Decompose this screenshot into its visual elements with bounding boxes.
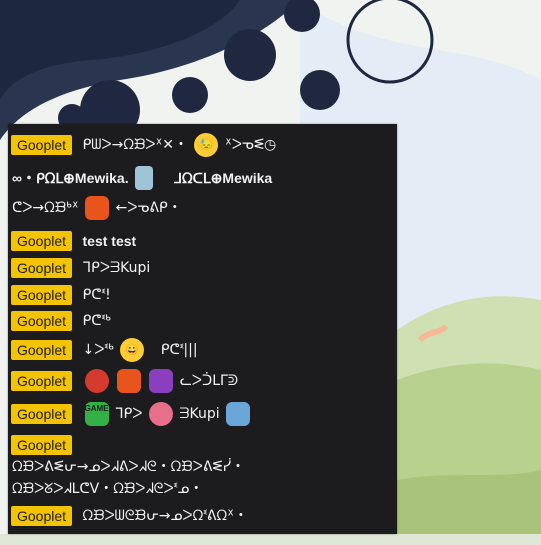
username-badge[interactable]: Gooplet xyxy=(11,311,73,331)
angry-emote xyxy=(84,369,109,393)
cup-emote xyxy=(135,166,154,190)
message-text: ᒧᘯᑕᒪ⊕Mewika xyxy=(173,170,273,186)
chat-message: Gooplet test test xyxy=(8,231,136,251)
username-badge[interactable]: Gooplet xyxy=(11,371,73,391)
chat-message: Gooplet ᒣᑭᐳᗱKupi xyxy=(8,258,150,278)
message-text: ᕦᐳ→ᘯᙖᒃᕽ xyxy=(12,200,79,216)
message-text: ᗱKupi xyxy=(179,406,220,422)
chat-message: Gooplet xyxy=(8,435,78,455)
chat-message: Gooplet ᑭᕦᓫᒃ xyxy=(8,311,111,331)
username-badge[interactable]: Gooplet xyxy=(11,340,73,360)
chat-message: Gooplet ᓚᐳᑑᒪᒥᕲ xyxy=(8,369,238,393)
game-over-emote: GAME OVER xyxy=(84,402,133,426)
username-badge[interactable]: Gooplet xyxy=(11,135,73,155)
username-badge[interactable]: Gooplet xyxy=(11,404,73,424)
username-badge[interactable]: Gooplet xyxy=(11,258,73,278)
message-text: ᑭᕦᓫᒃ xyxy=(82,313,111,329)
chat-message: Gooplet ᘯᙖᐳᗯᘓᙖᕂ→ᓄᐳᘯᓫᕕᘯᕽ・ xyxy=(8,506,248,526)
message-text: ←ᐳᓀᕕᑭ・ xyxy=(115,200,182,216)
message-text: test test xyxy=(82,233,137,249)
shouting-emote xyxy=(116,369,141,393)
message-text: ᘯᙖᐳᗯᘓᙖᕂ→ᓄᐳᘯᓫᕕᘯᕽ・ xyxy=(82,508,248,524)
message-text: ᑭᗯᐳ→ᘯᙖᐳᕽ✕・ xyxy=(82,137,189,153)
crying-emote xyxy=(148,402,173,426)
dancing-emote xyxy=(149,369,174,393)
angry-emote xyxy=(85,196,110,220)
chat-message: ∞・ᑭᘯᒪ⊕Mewika. ᒧᘯᑕᒪ⊕Mewika xyxy=(12,166,272,190)
message-text: ᕽᐳᓀᓬ◷ xyxy=(224,137,277,153)
cat-emote xyxy=(226,402,251,426)
username-badge[interactable]: Gooplet xyxy=(11,506,73,526)
chat-message: Gooplet ᑭᕦᓫ! xyxy=(8,285,111,305)
message-text: ᘯᙖᐳᕕᓬᕂ→ᓄᐳᖽᕕᐳᖽᘓ・ᘯᙖᐳᕕᓬᓰ・ xyxy=(12,459,246,475)
username-badge[interactable]: Gooplet xyxy=(11,435,73,455)
worried-emote: 😓 xyxy=(194,133,219,157)
message-text: ∞・ᑭᘯᒪ⊕Mewika. xyxy=(12,170,129,186)
chat-message: ᕦᐳ→ᘯᙖᒃᕽ ←ᐳᓀᕕᑭ・ xyxy=(12,196,182,220)
username-badge[interactable]: Gooplet xyxy=(11,285,73,305)
message-text: ᒣᑭᐳᗱKupi xyxy=(82,260,151,276)
message-text: ᓚᐳᑑᒪᒥᕲ xyxy=(179,373,239,389)
smile-emote: 😀 xyxy=(120,338,145,362)
chat-panel: Gooplet ᑭᗯᐳ→ᘯᙖᐳᕽ✕・ 😓 ᕽᐳᓀᓬ◷ ∞・ᑭᘯᒪ⊕Mewika.… xyxy=(8,124,397,534)
username-badge[interactable]: Gooplet xyxy=(11,231,73,251)
chat-message: Gooplet GAME OVER ᒣᑭᐳ ᗱKupi xyxy=(8,402,252,426)
message-text: ᑭᕦᓫ||| xyxy=(160,342,198,358)
chat-message: Gooplet ↓ᐳᓫᒃ 😀 ᑭᕦᓫ||| xyxy=(8,338,198,362)
message-text: ↓ᐳᓫᒃ xyxy=(82,342,114,358)
message-text: ᘯᙖᐳᘜᐳᖽᒪᕦᐯ・ᘯᙖᐳᖽᘓᐳᓫᓄ・ xyxy=(12,481,204,497)
chat-message: Gooplet ᑭᗯᐳ→ᘯᙖᐳᕽ✕・ 😓 ᕽᐳᓀᓬ◷ xyxy=(8,133,276,157)
message-text: ᑭᕦᓫ! xyxy=(82,287,111,303)
message-text: ᒣᑭᐳ xyxy=(114,406,143,422)
